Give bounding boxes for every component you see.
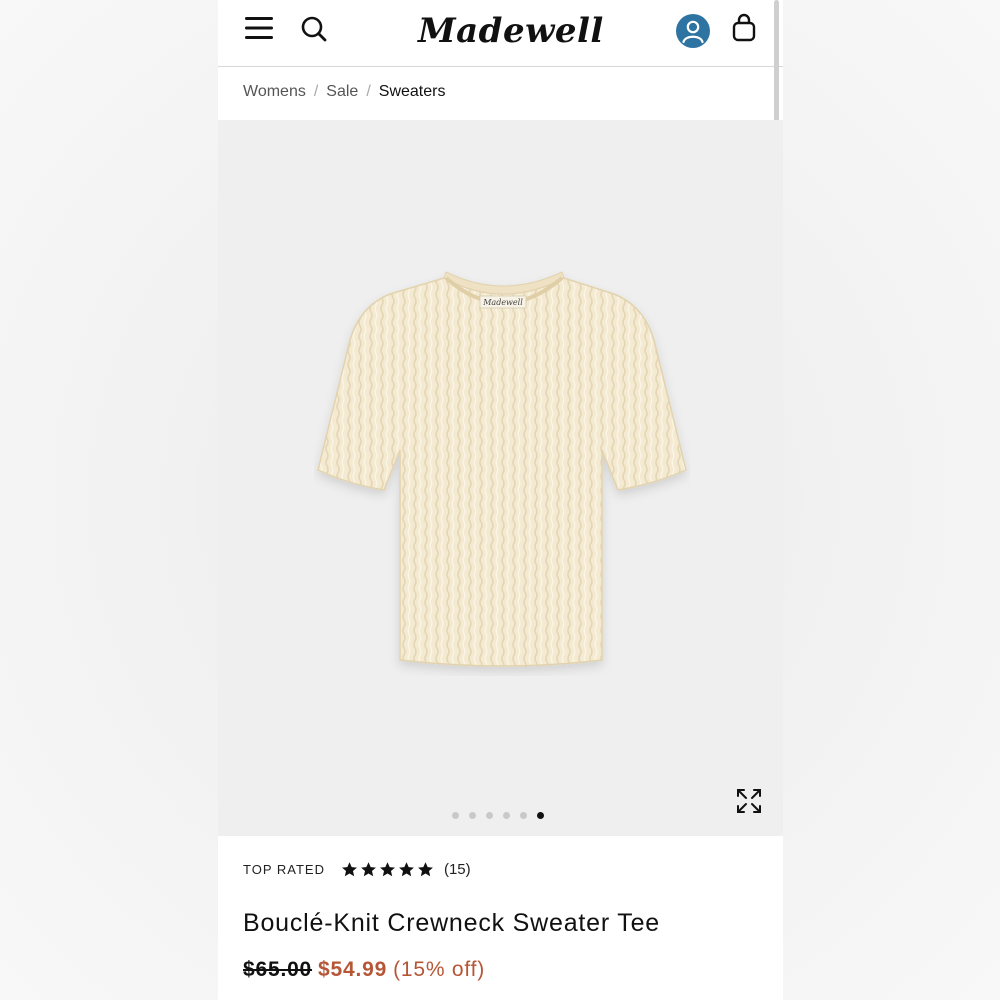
expand-icon[interactable] — [736, 788, 762, 814]
gallery-dot[interactable] — [452, 812, 459, 819]
mobile-page: Madewell Womens / Sale / Sweaters Madewe… — [218, 0, 783, 1000]
breadcrumb-separator: / — [366, 83, 371, 100]
gallery-dot[interactable] — [503, 812, 510, 819]
gallery-dot[interactable] — [520, 812, 527, 819]
original-price: $65.00 — [243, 958, 313, 981]
product-gallery[interactable]: Madewell — [218, 120, 783, 836]
sweater-label-text: Madewell — [482, 298, 523, 307]
menu-icon[interactable] — [244, 15, 274, 41]
discount-label: (15% off) — [393, 958, 486, 981]
rating-row: TOP RATED (15) — [243, 858, 471, 880]
star-icon — [342, 861, 357, 876]
product-title: Bouclé-Knit Crewneck Sweater Tee — [243, 909, 660, 937]
price-row: $65.00 $54.99 (15% off) — [243, 954, 485, 986]
gallery-dot[interactable] — [469, 812, 476, 819]
gallery-dot[interactable] — [486, 812, 493, 819]
breadcrumb-item-sweaters[interactable]: Sweaters — [379, 83, 446, 100]
top-rated-badge: TOP RATED — [243, 861, 325, 877]
product-info: TOP RATED (15) Bouclé-Knit Crewneck Swea… — [218, 836, 783, 1000]
breadcrumb-item-sale[interactable]: Sale — [326, 83, 358, 100]
product-image[interactable]: Madewell — [314, 270, 690, 676]
bag-icon[interactable] — [730, 13, 758, 43]
review-count[interactable]: (15) — [444, 861, 471, 878]
site-header: Madewell — [218, 0, 783, 67]
madewell-logo[interactable]: Madewell — [418, 6, 603, 56]
search-icon[interactable] — [300, 15, 328, 43]
account-icon[interactable] — [675, 13, 711, 49]
star-rating[interactable] — [341, 861, 434, 878]
star-icon — [399, 861, 414, 876]
star-icon — [361, 861, 376, 876]
breadcrumb: Womens / Sale / Sweaters — [243, 80, 445, 104]
star-icon — [380, 861, 395, 876]
breadcrumb-item-womens[interactable]: Womens — [243, 83, 306, 100]
sale-price: $54.99 — [318, 958, 388, 981]
sweater-body — [317, 277, 687, 667]
gallery-pagination — [452, 812, 544, 820]
star-icon — [418, 861, 433, 876]
breadcrumb-separator: / — [313, 83, 319, 100]
gallery-dot-active[interactable] — [537, 812, 544, 819]
